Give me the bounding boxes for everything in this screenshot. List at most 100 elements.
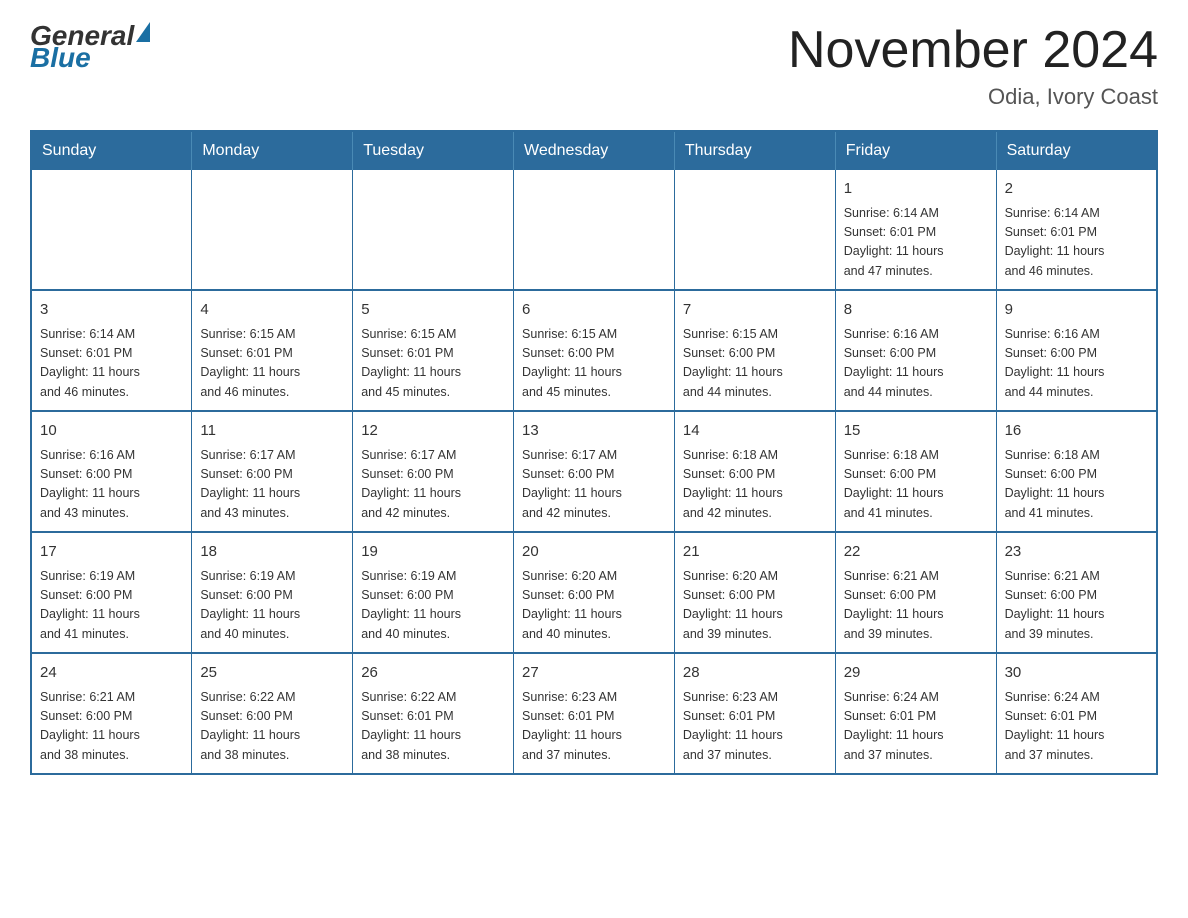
calendar-cell: 14 Sunrise: 6:18 AMSunset: 6:00 PMDayligh…	[674, 411, 835, 532]
logo-blue-text: Blue	[30, 42, 91, 74]
calendar-cell: 26 Sunrise: 6:22 AMSunset: 6:01 PMDayligh…	[353, 653, 514, 774]
day-info: Sunrise: 6:20 AMSunset: 6:00 PMDaylight:…	[522, 567, 666, 645]
day-info: Sunrise: 6:17 AMSunset: 6:00 PMDaylight:…	[522, 446, 666, 524]
day-number: 14	[683, 420, 827, 443]
calendar-cell: 4 Sunrise: 6:15 AMSunset: 6:01 PMDaylight…	[192, 290, 353, 411]
calendar-cell: 16 Sunrise: 6:18 AMSunset: 6:00 PMDayligh…	[996, 411, 1157, 532]
calendar-cell: 24Sunrise: 6:21 AMSunset: 6:00 PMDayligh…	[31, 653, 192, 774]
day-info: Sunrise: 6:21 AMSunset: 6:00 PMDaylight:…	[1005, 567, 1148, 645]
day-number: 25	[200, 662, 344, 685]
day-info: Sunrise: 6:23 AMSunset: 6:01 PMDaylight:…	[522, 688, 666, 766]
day-info: Sunrise: 6:23 AMSunset: 6:01 PMDaylight:…	[683, 688, 827, 766]
day-info: Sunrise: 6:22 AMSunset: 6:01 PMDaylight:…	[361, 688, 505, 766]
day-info: Sunrise: 6:19 AMSunset: 6:00 PMDaylight:…	[40, 567, 183, 645]
day-number: 13	[522, 420, 666, 443]
page-header: General Blue November 2024 Odia, Ivory C…	[30, 20, 1158, 110]
weekday-header-tuesday: Tuesday	[353, 131, 514, 170]
logo: General Blue	[30, 20, 150, 74]
day-info: Sunrise: 6:18 AMSunset: 6:00 PMDaylight:…	[844, 446, 988, 524]
calendar-cell: 22Sunrise: 6:21 AMSunset: 6:00 PMDayligh…	[835, 532, 996, 653]
day-info: Sunrise: 6:18 AMSunset: 6:00 PMDaylight:…	[683, 446, 827, 524]
day-info: Sunrise: 6:24 AMSunset: 6:01 PMDaylight:…	[1005, 688, 1148, 766]
calendar-cell: 15 Sunrise: 6:18 AMSunset: 6:00 PMDayligh…	[835, 411, 996, 532]
weekday-header-sunday: Sunday	[31, 131, 192, 170]
day-number: 7	[683, 299, 827, 322]
day-number: 27	[522, 662, 666, 685]
logo-triangle-icon	[136, 22, 150, 42]
day-info: Sunrise: 6:15 AMSunset: 6:00 PMDaylight:…	[522, 325, 666, 403]
calendar-cell: 7Sunrise: 6:15 AMSunset: 6:00 PMDaylight…	[674, 290, 835, 411]
calendar-cell: 2 Sunrise: 6:14 AMSunset: 6:01 PMDaylight…	[996, 170, 1157, 290]
day-number: 20	[522, 541, 666, 564]
weekday-header-friday: Friday	[835, 131, 996, 170]
day-info: Sunrise: 6:14 AMSunset: 6:01 PMDaylight:…	[844, 204, 988, 282]
weekday-header-saturday: Saturday	[996, 131, 1157, 170]
day-info: Sunrise: 6:15 AMSunset: 6:01 PMDaylight:…	[200, 325, 344, 403]
day-number: 12	[361, 420, 505, 443]
calendar-cell: 21 Sunrise: 6:20 AMSunset: 6:00 PMDayligh…	[674, 532, 835, 653]
calendar-cell: 11 Sunrise: 6:17 AMSunset: 6:00 PMDayligh…	[192, 411, 353, 532]
day-info: Sunrise: 6:15 AMSunset: 6:01 PMDaylight:…	[361, 325, 505, 403]
day-info: Sunrise: 6:21 AMSunset: 6:00 PMDaylight:…	[844, 567, 988, 645]
day-info: Sunrise: 6:16 AMSunset: 6:00 PMDaylight:…	[40, 446, 183, 524]
day-number: 4	[200, 299, 344, 322]
day-number: 6	[522, 299, 666, 322]
day-number: 26	[361, 662, 505, 685]
calendar-cell: 29Sunrise: 6:24 AMSunset: 6:01 PMDayligh…	[835, 653, 996, 774]
day-number: 18	[200, 541, 344, 564]
calendar-cell	[353, 170, 514, 290]
day-info: Sunrise: 6:20 AMSunset: 6:00 PMDaylight:…	[683, 567, 827, 645]
calendar-cell: 12 Sunrise: 6:17 AMSunset: 6:00 PMDayligh…	[353, 411, 514, 532]
day-info: Sunrise: 6:16 AMSunset: 6:00 PMDaylight:…	[844, 325, 988, 403]
calendar-cell: 1Sunrise: 6:14 AMSunset: 6:01 PMDaylight…	[835, 170, 996, 290]
day-number: 8	[844, 299, 988, 322]
weekday-header-row: SundayMondayTuesdayWednesdayThursdayFrid…	[31, 131, 1157, 170]
calendar-cell: 18 Sunrise: 6:19 AMSunset: 6:00 PMDayligh…	[192, 532, 353, 653]
calendar-week-row: 10 Sunrise: 6:16 AMSunset: 6:00 PMDayligh…	[31, 411, 1157, 532]
calendar-week-row: 3 Sunrise: 6:14 AMSunset: 6:01 PMDaylight…	[31, 290, 1157, 411]
calendar-cell: 17 Sunrise: 6:19 AMSunset: 6:00 PMDayligh…	[31, 532, 192, 653]
calendar-cell	[192, 170, 353, 290]
calendar-cell: 8 Sunrise: 6:16 AMSunset: 6:00 PMDaylight…	[835, 290, 996, 411]
calendar-cell: 10 Sunrise: 6:16 AMSunset: 6:00 PMDayligh…	[31, 411, 192, 532]
calendar-cell	[31, 170, 192, 290]
calendar-cell: 19 Sunrise: 6:19 AMSunset: 6:00 PMDayligh…	[353, 532, 514, 653]
day-number: 3	[40, 299, 183, 322]
calendar-cell	[514, 170, 675, 290]
day-info: Sunrise: 6:17 AMSunset: 6:00 PMDaylight:…	[200, 446, 344, 524]
day-info: Sunrise: 6:19 AMSunset: 6:00 PMDaylight:…	[361, 567, 505, 645]
calendar-cell: 27 Sunrise: 6:23 AMSunset: 6:01 PMDayligh…	[514, 653, 675, 774]
day-info: Sunrise: 6:14 AMSunset: 6:01 PMDaylight:…	[1005, 204, 1148, 282]
calendar-cell: 28Sunrise: 6:23 AMSunset: 6:01 PMDayligh…	[674, 653, 835, 774]
location-text: Odia, Ivory Coast	[788, 84, 1158, 110]
day-info: Sunrise: 6:19 AMSunset: 6:00 PMDaylight:…	[200, 567, 344, 645]
day-number: 21	[683, 541, 827, 564]
calendar-week-row: 1Sunrise: 6:14 AMSunset: 6:01 PMDaylight…	[31, 170, 1157, 290]
title-section: November 2024 Odia, Ivory Coast	[788, 20, 1158, 110]
weekday-header-monday: Monday	[192, 131, 353, 170]
day-info: Sunrise: 6:18 AMSunset: 6:00 PMDaylight:…	[1005, 446, 1148, 524]
day-info: Sunrise: 6:14 AMSunset: 6:01 PMDaylight:…	[40, 325, 183, 403]
day-number: 10	[40, 420, 183, 443]
calendar-cell	[674, 170, 835, 290]
day-number: 11	[200, 420, 344, 443]
day-number: 16	[1005, 420, 1148, 443]
calendar-cell: 20 Sunrise: 6:20 AMSunset: 6:00 PMDayligh…	[514, 532, 675, 653]
day-number: 17	[40, 541, 183, 564]
calendar-week-row: 17 Sunrise: 6:19 AMSunset: 6:00 PMDayligh…	[31, 532, 1157, 653]
calendar-cell: 6 Sunrise: 6:15 AMSunset: 6:00 PMDaylight…	[514, 290, 675, 411]
day-number: 15	[844, 420, 988, 443]
calendar-cell: 30 Sunrise: 6:24 AMSunset: 6:01 PMDayligh…	[996, 653, 1157, 774]
day-info: Sunrise: 6:17 AMSunset: 6:00 PMDaylight:…	[361, 446, 505, 524]
day-number: 23	[1005, 541, 1148, 564]
day-number: 30	[1005, 662, 1148, 685]
weekday-header-wednesday: Wednesday	[514, 131, 675, 170]
calendar-cell: 5 Sunrise: 6:15 AMSunset: 6:01 PMDaylight…	[353, 290, 514, 411]
day-number: 24	[40, 662, 183, 685]
day-number: 5	[361, 299, 505, 322]
day-info: Sunrise: 6:24 AMSunset: 6:01 PMDaylight:…	[844, 688, 988, 766]
day-number: 19	[361, 541, 505, 564]
day-number: 9	[1005, 299, 1148, 322]
calendar-cell: 23 Sunrise: 6:21 AMSunset: 6:00 PMDayligh…	[996, 532, 1157, 653]
day-number: 2	[1005, 178, 1148, 201]
